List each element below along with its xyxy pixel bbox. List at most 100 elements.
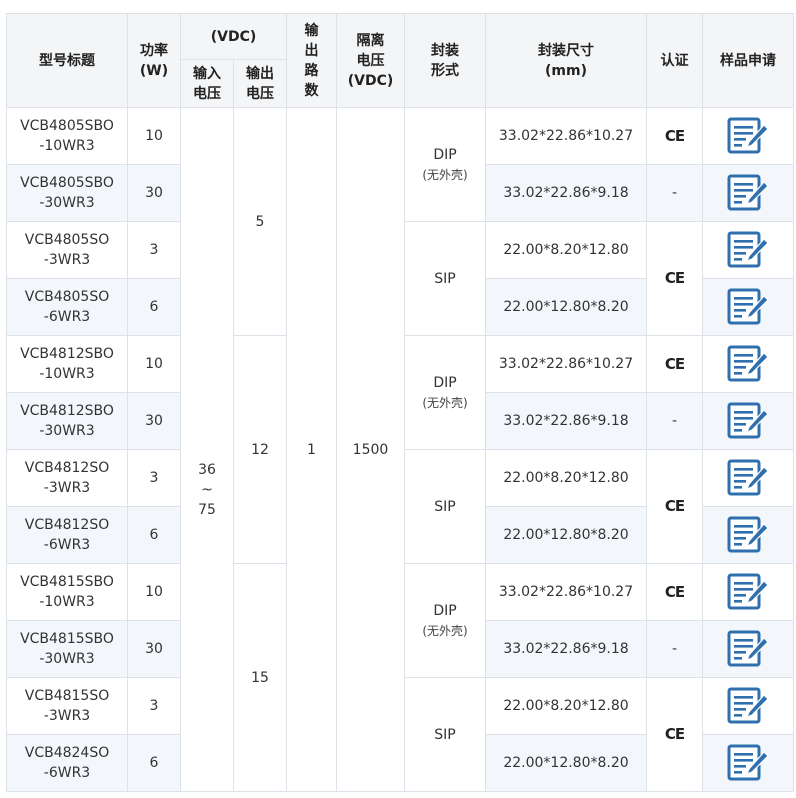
sample-cell [702,734,794,792]
package-dip-cell: DIP (无外壳) [404,563,486,678]
model-name: VCB4824SO -6WR3 [24,745,110,781]
power-cell: 6 [127,506,181,564]
model-name: VCB4812SO -3WR3 [24,460,110,496]
dimensions-cell: 33.02*22.86*9.18 [485,620,647,678]
sample-cell [702,221,794,279]
package-type: SIP [434,726,456,743]
cert-cell: CE [646,335,703,393]
power-value: 30 [145,641,163,657]
ce-mark: CE [664,725,685,743]
dimensions-cell: 33.02*22.86*10.27 [485,335,647,393]
package-type: DIP [433,602,457,619]
power-cell: 30 [127,164,181,222]
dimensions-value: 33.02*22.86*10.27 [498,584,634,600]
package-note: (无外壳) [422,167,468,182]
package-type: DIP [433,374,457,391]
power-cell: 30 [127,392,181,450]
edit-document-icon[interactable] [726,401,770,441]
dimensions-value: 33.02*22.86*10.27 [498,356,634,372]
package-type: SIP [434,270,456,287]
edit-document-icon[interactable] [726,458,770,498]
input-voltage-cell: 36 ~ 75 [180,107,234,792]
edit-document-icon[interactable] [726,230,770,270]
package-sip-cell: SIP [404,677,486,792]
model-name: VCB4805SO -6WR3 [24,289,110,325]
model-cell: VCB4812SO -6WR3 [6,506,128,564]
outputs-cell: 1 [286,107,337,792]
cert-cell: - [646,392,703,450]
edit-document-icon[interactable] [726,629,770,669]
dimensions-cell: 33.02*22.86*10.27 [485,563,647,621]
power-cell: 30 [127,620,181,678]
product-spec-table: 型号标题 功率 (W) (VDC) 输 出 路 数 隔离 电压 (VDC) 封装… [6,13,794,792]
power-cell: 10 [127,107,181,165]
power-cell: 10 [127,335,181,393]
model-name: VCB4812SBO -10WR3 [20,346,114,382]
package-type: SIP [434,498,456,515]
sample-cell [702,620,794,678]
power-cell: 3 [127,221,181,279]
edit-document-icon[interactable] [726,686,770,726]
edit-document-icon[interactable] [726,116,770,156]
edit-document-icon[interactable] [726,173,770,213]
edit-document-icon[interactable] [726,572,770,612]
package-type: DIP [433,146,457,163]
edit-document-icon[interactable] [726,287,770,327]
edit-document-icon[interactable] [726,515,770,555]
sample-cell [702,335,794,393]
sample-cell [702,164,794,222]
model-name: VCB4805SBO -10WR3 [20,118,114,154]
cert-cell: CE [646,107,703,165]
package-sip-cell: SIP [404,221,486,336]
model-name: VCB4805SO -3WR3 [24,232,110,268]
isolation-cell: 1500 [336,107,405,792]
model-name: VCB4805SBO -30WR3 [20,175,114,211]
sample-cell [702,278,794,336]
edit-document-icon[interactable] [726,743,770,783]
dimensions-value: 22.00*12.80*8.20 [503,755,629,771]
model-name: VCB4815SBO -10WR3 [20,574,114,610]
cert-none: - [671,185,678,201]
dimensions-value: 33.02*22.86*10.27 [498,128,634,144]
power-value: 30 [145,413,163,429]
dimensions-value: 22.00*8.20*12.80 [503,698,629,714]
header-sample: 样品申请 [702,13,794,108]
sample-cell [702,107,794,165]
outputs-value: 1 [307,441,316,458]
cert-cell: - [646,620,703,678]
dimensions-cell: 22.00*12.80*8.20 [485,278,647,336]
dimensions-value: 33.02*22.86*9.18 [503,413,629,429]
power-value: 10 [145,128,163,144]
dimensions-cell: 33.02*22.86*9.18 [485,164,647,222]
cert-cell: CE [646,563,703,621]
power-value: 3 [149,242,159,258]
table-row: VCB4805SBO -10WR3 10 36 ~ 75 5 1 1500 DIP (无外壳)… [6,107,794,792]
cert-none: - [671,413,678,429]
edit-document-icon[interactable] [726,344,770,384]
ce-mark: CE [664,126,685,145]
dimensions-cell: 33.02*22.86*10.27 [485,107,647,165]
model-cell: VCB4815SO -3WR3 [6,677,128,735]
model-cell: VCB4812SBO -30WR3 [6,392,128,450]
dimensions-value: 22.00*8.20*12.80 [503,470,629,486]
dimensions-value: 33.02*22.86*9.18 [503,641,629,657]
output-voltage-cell: 15 [233,563,287,792]
dimensions-cell: 22.00*8.20*12.80 [485,449,647,507]
dimensions-cell: 22.00*8.20*12.80 [485,677,647,735]
power-cell: 6 [127,278,181,336]
dimensions-cell: 22.00*8.20*12.80 [485,221,647,279]
power-cell: 3 [127,449,181,507]
ce-mark: CE [664,269,685,287]
package-dip-cell: DIP (无外壳) [404,107,486,222]
input-voltage-value: 36 ~ 75 [198,461,216,518]
header-model: 型号标题 [6,13,128,108]
dimensions-cell: 33.02*22.86*9.18 [485,392,647,450]
sample-cell [702,392,794,450]
sample-cell [702,563,794,621]
power-cell: 10 [127,563,181,621]
header-outputs: 输 出 路 数 [286,13,337,108]
cert-cell: CE [646,449,703,564]
dimensions-cell: 22.00*12.80*8.20 [485,734,647,792]
package-sip-cell: SIP [404,449,486,564]
isolation-value: 1500 [352,441,389,458]
